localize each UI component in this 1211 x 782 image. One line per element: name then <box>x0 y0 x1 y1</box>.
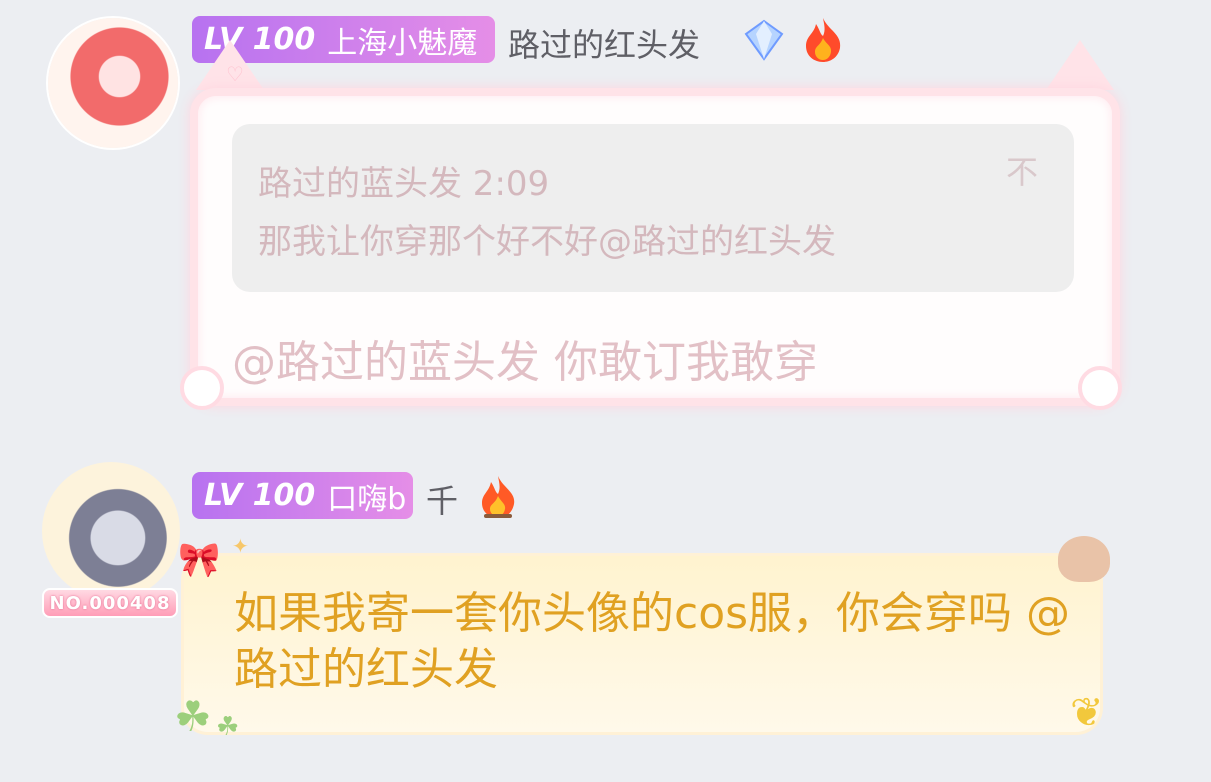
message-text: 如果我寄一套你头像的cos服，你会穿吗 @路过的红头发 <box>234 588 1071 695</box>
diamond-icon <box>744 19 784 61</box>
paw-icon <box>180 366 224 410</box>
username[interactable]: 路过的红头发 <box>508 20 700 66</box>
avatar-silver-hair[interactable] <box>42 462 180 600</box>
avatar-red-hair[interactable] <box>48 18 178 148</box>
mushroom-icon <box>1058 536 1110 582</box>
avatar-number-badge: NO.000408 <box>42 588 178 618</box>
clover-icon: ☘ <box>216 712 240 742</box>
level-badge: LV 100 口嗨b <box>192 472 413 519</box>
quoted-text: 那我让你穿那个好不好@路过的红头发 <box>258 222 836 262</box>
fire-icon <box>806 18 841 62</box>
user-title: 上海小魅魔 <box>327 25 478 61</box>
quoted-author: 路过的蓝头发 2:09 <box>258 164 550 204</box>
cat-ear-decoration <box>1046 40 1114 90</box>
user-title: 口嗨b <box>327 481 407 517</box>
quoted-message[interactable] <box>232 124 1074 292</box>
message-text: @路过的蓝头发 你敢订我敢穿 <box>232 337 818 388</box>
bow-icon: 🎀 <box>178 540 221 580</box>
sparkle-icon: ✦ <box>232 534 249 558</box>
clover-icon: ☘ <box>174 692 212 741</box>
level-label: LV 100 <box>204 478 316 513</box>
ginkgo-leaf-icon: ❦ <box>1070 690 1104 736</box>
paw-icon <box>1078 366 1122 410</box>
heart-icon: ♡ <box>226 62 244 86</box>
username[interactable]: 千 <box>426 476 458 522</box>
quote-jump-icon[interactable]: 不 <box>1004 150 1040 191</box>
fire-icon <box>482 476 515 518</box>
